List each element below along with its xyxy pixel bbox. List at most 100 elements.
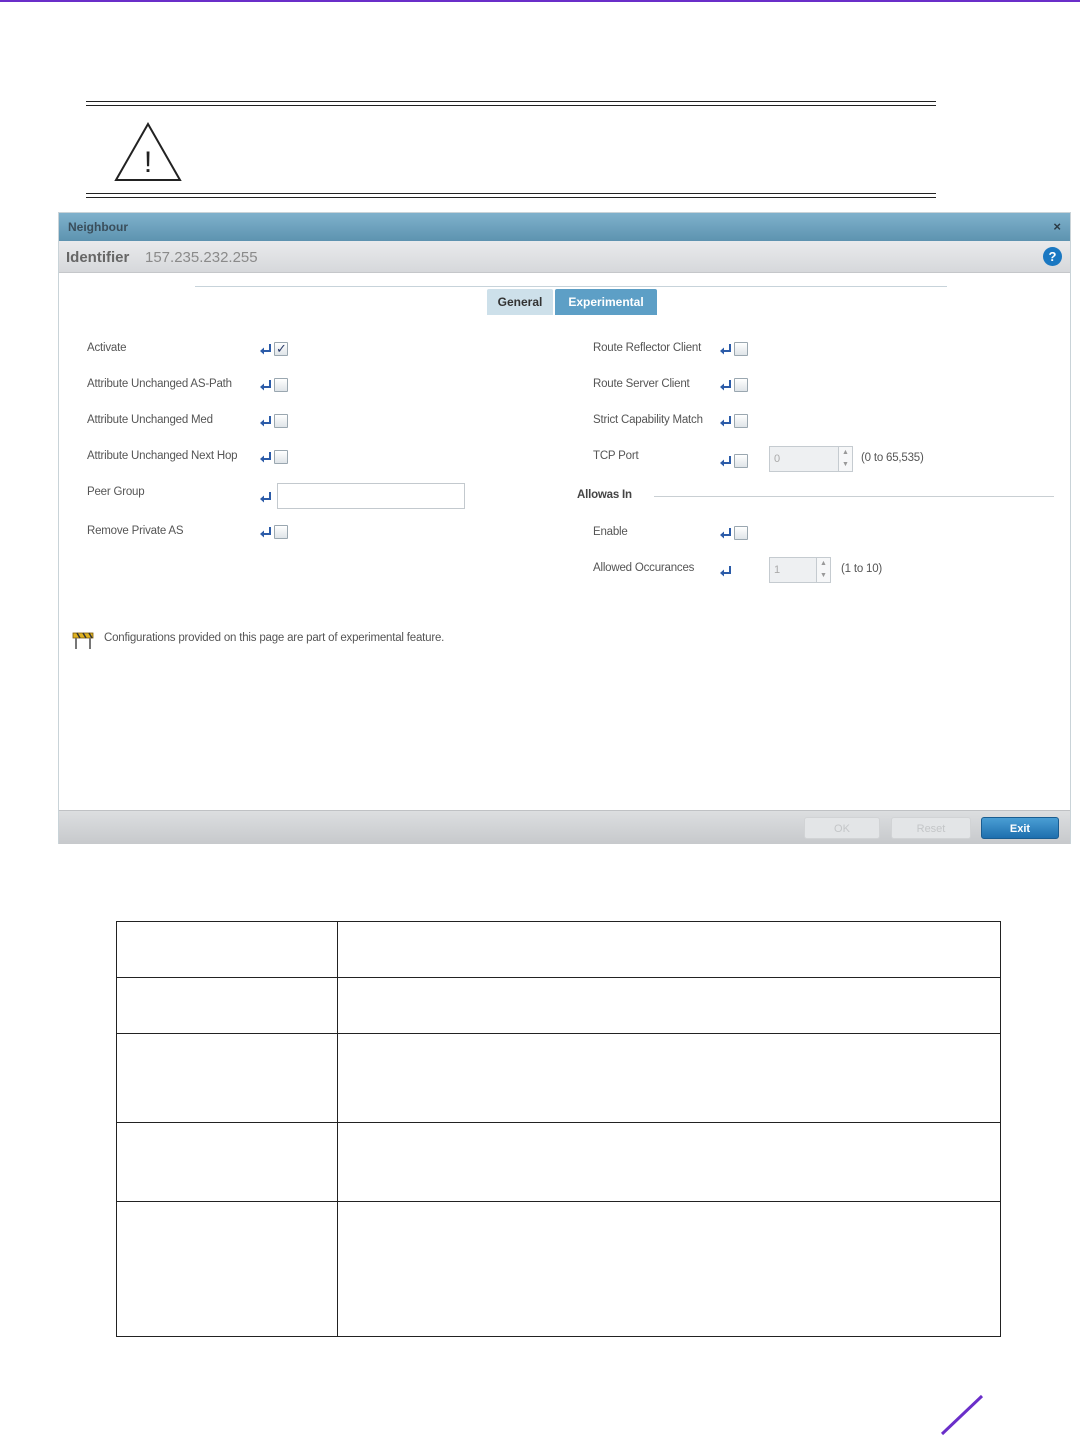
- route-reflector-client-label: Route Reflector Client: [593, 342, 702, 354]
- override-arrow-icon[interactable]: [719, 564, 733, 578]
- attr-med-checkbox[interactable]: [274, 414, 288, 428]
- allowas-enable-control: [719, 524, 753, 542]
- attr-med-control: [259, 412, 293, 430]
- table-row: [116, 1122, 1001, 1202]
- experimental-note: Configurations provided on this page are…: [104, 632, 445, 644]
- route-server-client-checkbox[interactable]: [734, 378, 748, 392]
- exit-button[interactable]: Exit: [981, 817, 1059, 839]
- table-cell: [116, 1122, 338, 1202]
- tcp-port-value: 0: [774, 453, 781, 465]
- override-arrow-icon[interactable]: [719, 454, 733, 468]
- allowas-enable-label: Enable: [593, 526, 628, 538]
- remove-private-as-checkbox[interactable]: [274, 525, 288, 539]
- remove-private-as-control: [259, 523, 293, 541]
- corner-slash-mark: [940, 1394, 984, 1436]
- tcp-port-checkbox[interactable]: [734, 454, 748, 468]
- table-cell: [337, 921, 1001, 978]
- allowas-in-rule: [654, 496, 1054, 497]
- identifier-bar: Identifier 157.235.232.255 ?: [59, 241, 1070, 273]
- override-arrow-icon[interactable]: [719, 414, 733, 428]
- table-row: [116, 1201, 1001, 1337]
- tab-experimental[interactable]: Experimental: [555, 289, 657, 315]
- close-icon[interactable]: ×: [1053, 219, 1061, 234]
- route-server-client-control: [719, 376, 753, 394]
- override-arrow-icon[interactable]: [719, 378, 733, 392]
- spin-down-icon[interactable]: ▼: [817, 570, 830, 582]
- table-cell: [337, 977, 1001, 1034]
- reset-button[interactable]: Reset: [891, 817, 971, 839]
- table-cell: [116, 921, 338, 978]
- tcp-port-range: (0 to 65,535): [861, 452, 924, 464]
- checkmark-icon: ✓: [276, 341, 287, 356]
- peer-group-input[interactable]: [277, 483, 465, 509]
- caution-top-rule: [86, 101, 936, 102]
- activate-label: Activate: [87, 342, 127, 354]
- override-arrow-icon[interactable]: [719, 526, 733, 540]
- attr-next-hop-checkbox[interactable]: [274, 450, 288, 464]
- tcp-port-spinner[interactable]: 0 ▲ ▼: [769, 446, 853, 472]
- override-arrow-icon[interactable]: [259, 414, 273, 428]
- override-arrow-icon[interactable]: [259, 490, 273, 504]
- caution-bottom-rule-2: [86, 197, 936, 198]
- allowed-occurances-label: Allowed Occurances: [593, 562, 695, 574]
- table-row: [116, 1033, 1001, 1123]
- table-cell: [116, 1033, 338, 1123]
- spin-up-icon[interactable]: ▲: [817, 558, 830, 570]
- allowas-in-heading: Allowas In: [577, 489, 632, 501]
- construction-barrier-icon: [72, 632, 94, 649]
- activate-control: ✓: [259, 340, 293, 358]
- table-row: [116, 921, 1001, 978]
- neighbour-dialog: Neighbour × Identifier 157.235.232.255 ?…: [58, 212, 1071, 844]
- override-arrow-icon[interactable]: [259, 342, 273, 356]
- top-accent-rule: [0, 0, 1080, 2]
- spin-up-icon[interactable]: ▲: [839, 447, 852, 459]
- table-row: [116, 977, 1001, 1034]
- activate-checkbox[interactable]: ✓: [274, 341, 288, 356]
- override-arrow-icon[interactable]: [259, 450, 273, 464]
- strict-capability-match-control: [719, 412, 753, 430]
- caution-top-rule-2: [86, 105, 936, 106]
- attr-next-hop-control: [259, 448, 293, 466]
- svg-text:!: !: [144, 146, 152, 179]
- tcp-port-stepper[interactable]: ▲ ▼: [838, 447, 852, 471]
- attr-as-path-checkbox[interactable]: [274, 378, 288, 392]
- tcp-port-override-control: [719, 452, 753, 470]
- remove-private-as-label: Remove Private AS: [87, 525, 184, 537]
- table-cell: [337, 1122, 1001, 1202]
- spin-down-icon[interactable]: ▼: [839, 459, 852, 471]
- ok-button[interactable]: OK: [804, 817, 880, 839]
- attr-as-path-control: [259, 376, 293, 394]
- allowed-occurances-value: 1: [774, 564, 781, 576]
- route-server-client-label: Route Server Client: [593, 378, 690, 390]
- table-cell: [337, 1033, 1001, 1123]
- description-table: [116, 921, 1001, 1337]
- caution-triangle-icon: !: [114, 122, 182, 181]
- override-arrow-icon[interactable]: [259, 525, 273, 539]
- attr-med-label: Attribute Unchanged Med: [87, 414, 213, 426]
- table-cell: [116, 977, 338, 1034]
- dialog-title: Neighbour: [68, 220, 128, 234]
- attr-next-hop-label: Attribute Unchanged Next Hop: [87, 450, 238, 462]
- allowed-occurances-spinner[interactable]: 1 ▲ ▼: [769, 557, 831, 583]
- identifier-value: 157.235.232.255: [145, 249, 258, 266]
- override-arrow-icon[interactable]: [259, 378, 273, 392]
- caution-bottom-rule: [86, 193, 936, 194]
- dialog-titlebar: Neighbour ×: [59, 213, 1070, 241]
- strict-capability-match-label: Strict Capability Match: [593, 414, 703, 426]
- tab-rule: [195, 286, 947, 287]
- identifier-label: Identifier: [66, 249, 130, 266]
- attr-as-path-label: Attribute Unchanged AS-Path: [87, 378, 232, 390]
- strict-capability-match-checkbox[interactable]: [734, 414, 748, 428]
- allowed-occurances-range: (1 to 10): [841, 563, 883, 575]
- dialog-footer: OK Reset Exit: [59, 810, 1070, 844]
- route-reflector-client-checkbox[interactable]: [734, 342, 748, 356]
- allowed-occurances-stepper[interactable]: ▲ ▼: [816, 558, 830, 582]
- tab-general[interactable]: General: [487, 289, 553, 315]
- override-arrow-icon[interactable]: [719, 342, 733, 356]
- allowas-enable-checkbox[interactable]: [734, 526, 748, 540]
- help-icon[interactable]: ?: [1043, 247, 1062, 266]
- tcp-port-label: TCP Port: [593, 450, 639, 462]
- route-reflector-client-control: [719, 340, 753, 358]
- peer-group-label: Peer Group: [87, 486, 145, 498]
- table-cell: [116, 1201, 338, 1337]
